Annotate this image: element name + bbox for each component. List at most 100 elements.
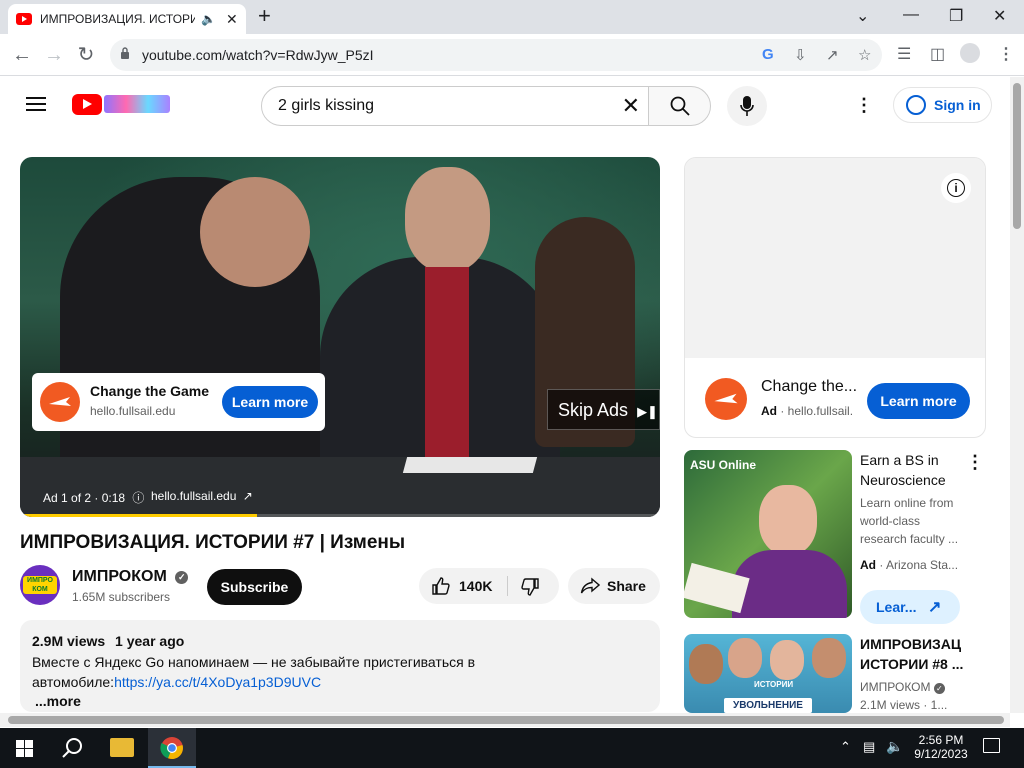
- description-link[interactable]: https://ya.cc/t/4XoDya1p3D9UVC: [114, 674, 321, 690]
- back-icon[interactable]: ←: [10, 43, 34, 67]
- tray-overflow-icon[interactable]: ⌃: [840, 739, 851, 755]
- search-box[interactable]: 2 girls kissing ✕: [261, 86, 649, 126]
- tab-close-icon[interactable]: ✕: [226, 11, 238, 28]
- view-count: 2.9M views: [32, 633, 106, 649]
- install-icon[interactable]: ⇩: [794, 46, 807, 64]
- subscribe-button[interactable]: Subscribe: [207, 569, 302, 605]
- ad-learn-more-button[interactable]: Learn more: [222, 386, 318, 418]
- companion-ad-meta: Ad · hello.fullsail.: [761, 404, 853, 418]
- video-tie: [425, 267, 469, 467]
- microphone-icon: [740, 96, 754, 116]
- next-video-title-line-1: ИМПРОВИЗАЦ: [860, 636, 962, 652]
- minimize-icon[interactable]: —: [903, 6, 919, 24]
- ad-progress-bar[interactable]: [20, 514, 660, 517]
- youtube-logo[interactable]: [72, 94, 102, 115]
- search-input[interactable]: 2 girls kissing: [278, 97, 374, 115]
- channel-name[interactable]: ИМПРОКОМ ✓: [72, 568, 189, 586]
- vertical-scroll-thumb[interactable]: [1013, 83, 1021, 229]
- vertical-scrollbar[interactable]: [1010, 77, 1024, 713]
- channel-avatar[interactable]: ИМПРО КОМ: [20, 565, 60, 605]
- ad-card-title: Change the Game: [90, 383, 210, 399]
- voice-search-button[interactable]: [727, 86, 767, 126]
- ad-info: Ad 1 of 2 · 0:18 ⓘ: [43, 489, 144, 506]
- tab-search-icon[interactable]: ⌄: [856, 6, 869, 26]
- reload-icon[interactable]: ↻: [74, 43, 98, 67]
- next-video-thumbnail[interactable]: ИСТОРИИ УВОЛЬНЕНИЕ: [684, 634, 852, 713]
- thumb-face-2: [728, 638, 762, 678]
- horizontal-scrollbar[interactable]: [0, 713, 1010, 727]
- youtube-doodle-logo[interactable]: [104, 95, 170, 113]
- video-person-left-head: [200, 177, 310, 287]
- search-icon: [670, 96, 690, 116]
- hamburger-menu-icon[interactable]: [26, 97, 46, 111]
- youtube-favicon-icon: [16, 13, 32, 25]
- share-label: Share: [607, 578, 646, 594]
- dislike-button[interactable]: [509, 568, 559, 604]
- like-divider: [507, 576, 508, 596]
- skip-ads-button[interactable]: Skip Ads ▶❚: [547, 389, 660, 430]
- new-tab-button[interactable]: +: [258, 5, 271, 27]
- sign-in-label: Sign in: [934, 97, 981, 113]
- asu-ad-thumbnail[interactable]: ASU Online: [684, 450, 852, 618]
- thumb-label: ИСТОРИИ: [754, 680, 794, 689]
- next-video-channel[interactable]: ИМПРОКОМ ✓: [860, 678, 947, 696]
- media-control-icon[interactable]: ☰: [897, 44, 911, 64]
- ad-info-icon[interactable]: i: [941, 173, 971, 203]
- asu-ad-title[interactable]: Earn a BS in Neuroscience: [860, 450, 946, 490]
- search-icon[interactable]: [62, 737, 84, 764]
- bookmark-star-icon[interactable]: ☆: [858, 46, 871, 64]
- url-text[interactable]: youtube.com/watch?v=RdwJyw_P5zI: [142, 47, 374, 63]
- share-page-icon[interactable]: ↗: [826, 46, 839, 64]
- asu-ad-desc-2: world-class: [860, 514, 921, 528]
- forward-icon[interactable]: →: [42, 43, 66, 67]
- asu-advertiser: · Arizona Sta...: [879, 558, 959, 572]
- info-glyph: i: [947, 179, 965, 197]
- search-button[interactable]: [648, 86, 711, 126]
- sign-in-button[interactable]: Sign in: [893, 87, 992, 123]
- asu-ad-menu-icon[interactable]: ⋮: [966, 452, 984, 473]
- ad-site-link[interactable]: hello.fullsail.edu ↗: [151, 489, 253, 503]
- verified-icon: ✓: [175, 571, 189, 584]
- description-line-2: автомобиле:https://ya.cc/t/4XoDya1p3D9UV…: [32, 674, 321, 690]
- companion-ad-domain: · hello.fullsail.: [780, 404, 854, 418]
- ad-label: Ad: [860, 558, 876, 572]
- notifications-icon[interactable]: [983, 738, 1000, 753]
- video-player[interactable]: Change the Game hello.fullsail.edu Learn…: [20, 157, 660, 517]
- audio-playing-icon[interactable]: 🔈: [201, 12, 216, 26]
- video-title: ИМПРОВИЗАЦИЯ. ИСТОРИИ #7 | Измены: [20, 532, 406, 553]
- windows-start-icon[interactable]: [16, 740, 33, 757]
- asu-learn-more-button[interactable]: Lear... ↗: [860, 590, 960, 624]
- file-explorer-icon[interactable]: [110, 738, 134, 757]
- system-clock[interactable]: 2:56 PM 9/12/2023: [913, 733, 969, 761]
- google-lens-icon[interactable]: G: [762, 46, 774, 63]
- restore-icon[interactable]: ❐: [949, 6, 963, 26]
- description-text: автомобиле:: [32, 674, 115, 690]
- like-button[interactable]: 140K: [419, 568, 507, 604]
- horizontal-scroll-thumb[interactable]: [8, 716, 1004, 724]
- address-bar[interactable]: youtube.com/watch?v=RdwJyw_P5zI G ⇩ ↗ ☆: [110, 39, 882, 71]
- like-dislike-group: 140K: [419, 568, 559, 604]
- ad-card-domain: hello.fullsail.edu: [90, 404, 176, 418]
- clear-search-icon[interactable]: ✕: [622, 93, 640, 119]
- settings-more-icon[interactable]: ⋮: [855, 95, 873, 115]
- profile-icon[interactable]: [960, 43, 980, 63]
- show-more-link[interactable]: ...more: [35, 693, 81, 709]
- companion-learn-more-button[interactable]: Learn more: [867, 383, 970, 419]
- description-line-1: Вместе с Яндекс Go напоминаем — не забыв…: [32, 654, 476, 670]
- next-video-title[interactable]: ИМПРОВИЗАЦ ИСТОРИИ #8 ...: [860, 634, 963, 674]
- volume-muted-icon[interactable]: 🔈: [886, 738, 903, 755]
- lock-icon[interactable]: [120, 47, 130, 59]
- window-close-icon[interactable]: ✕: [993, 6, 1006, 26]
- browser-tab[interactable]: ИМПРОВИЗАЦИЯ. ИСТОРИ 🔈 ✕: [8, 4, 246, 34]
- info-circle-icon[interactable]: ⓘ: [132, 491, 144, 505]
- companion-ad[interactable]: i Change the... Ad · hello.fullsail. Lea…: [684, 157, 986, 438]
- youtube-header: 2 girls kissing ✕ ⋮ Sign in: [0, 77, 1010, 133]
- side-panel-icon[interactable]: ◫: [930, 44, 945, 64]
- view-stats: 2.9M views 1 year ago: [32, 633, 184, 649]
- description-box[interactable]: 2.9M views 1 year ago Вместе с Яндекс Go…: [20, 620, 660, 712]
- chrome-menu-icon[interactable]: ⋮: [998, 44, 1014, 64]
- chrome-taskbar-button[interactable]: [148, 728, 196, 768]
- network-icon[interactable]: ▤: [863, 739, 875, 755]
- share-button[interactable]: Share: [568, 568, 660, 604]
- player-ad-card[interactable]: Change the Game hello.fullsail.edu Learn…: [32, 373, 325, 431]
